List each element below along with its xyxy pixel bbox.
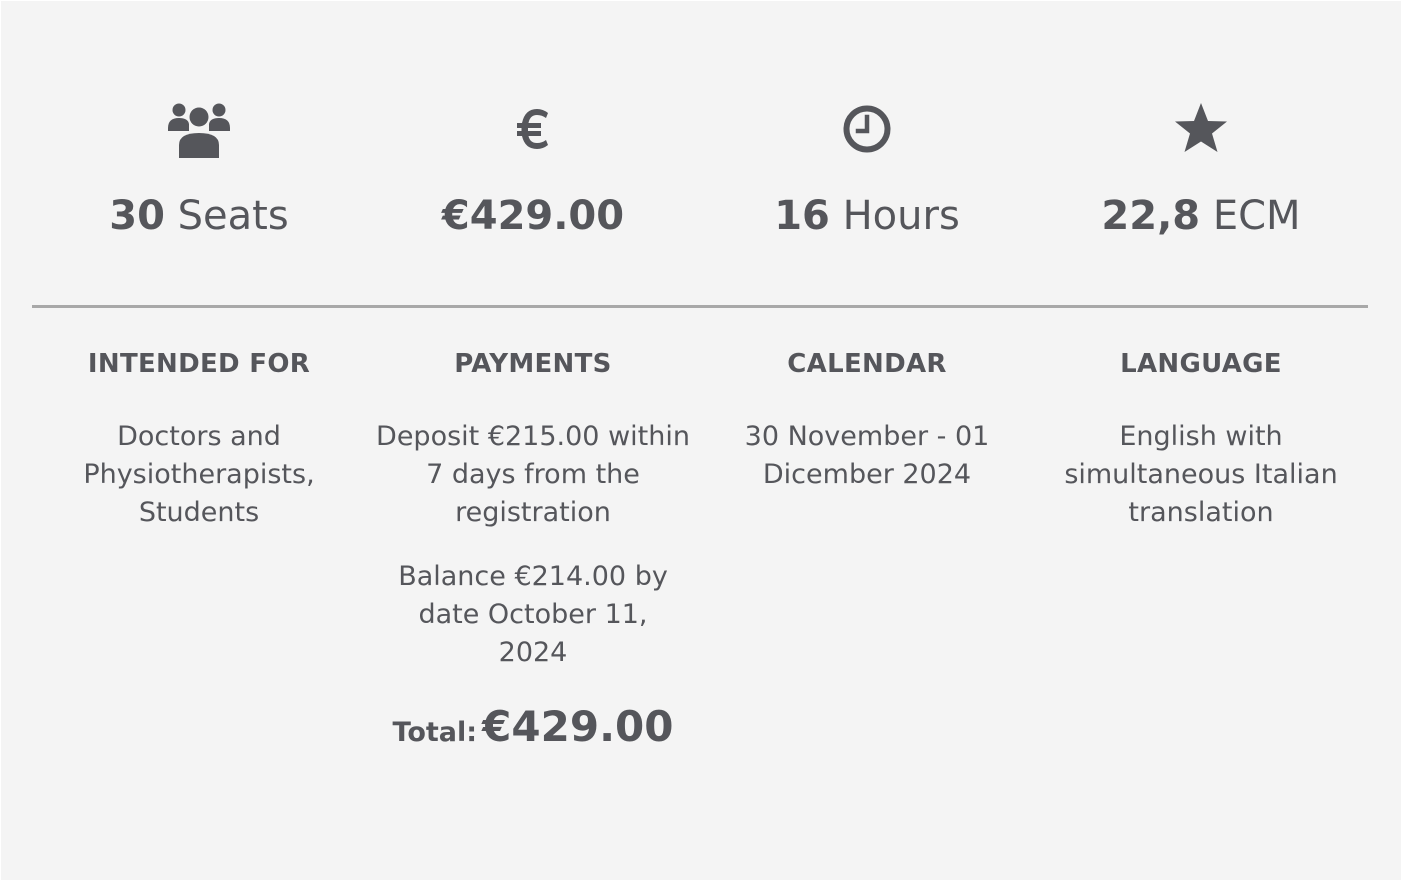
- seats-count: 30: [109, 193, 165, 239]
- euro-icon: [366, 97, 700, 161]
- total-label: Total:: [392, 717, 478, 748]
- hours-unit: Hours: [829, 193, 960, 239]
- language-column: LANGUAGE English with simultaneous Itali…: [1034, 331, 1368, 532]
- payments-heading: PAYMENTS: [454, 349, 612, 379]
- language-heading: LANGUAGE: [1120, 349, 1282, 379]
- deposit-text: Deposit €215.00 within 7 days from the r…: [376, 421, 690, 528]
- stat-hours: 16 Hours: [700, 1, 1034, 306]
- users-icon: [32, 97, 366, 161]
- hours-count: 16: [774, 193, 830, 239]
- intended-for-heading: INTENDED FOR: [87, 349, 311, 379]
- calendar-column: CALENDAR 30 November - 01 Dicember 2024: [700, 331, 1034, 494]
- clock-icon: [700, 97, 1034, 161]
- course-info-panel: 30 Seats €429.00 16 Hours 22,8 ECM INTEN…: [1, 1, 1401, 880]
- details-row: INTENDED FOR Doctors and Physiotherapist…: [32, 331, 1368, 751]
- payments-column: PAYMENTS Deposit €215.00 within 7 days f…: [366, 331, 700, 751]
- ecm-unit: ECM: [1200, 193, 1301, 239]
- language-text: English with simultaneous Italian transl…: [1064, 421, 1338, 528]
- total-amount: €429.00: [482, 702, 674, 751]
- stat-ecm: 22,8 ECM: [1034, 1, 1368, 306]
- payment-total: Total: €429.00: [366, 702, 700, 751]
- price-value: €429.00: [441, 193, 625, 239]
- calendar-text: 30 November - 01 Dicember 2024: [744, 421, 990, 490]
- stat-seats: 30 Seats: [32, 1, 366, 306]
- ecm-count: 22,8: [1101, 193, 1201, 239]
- section-divider: [32, 305, 1368, 308]
- intended-for-column: INTENDED FOR Doctors and Physiotherapist…: [32, 331, 366, 532]
- star-icon: [1034, 97, 1368, 161]
- seats-unit: Seats: [164, 193, 289, 239]
- stats-row: 30 Seats €429.00 16 Hours 22,8 ECM: [32, 1, 1368, 306]
- balance-text: Balance €214.00 by date October 11, 2024: [398, 561, 668, 668]
- stat-price: €429.00: [366, 1, 700, 306]
- calendar-heading: CALENDAR: [787, 349, 947, 379]
- intended-for-text: Doctors and Physiotherapists, Students: [83, 421, 315, 528]
